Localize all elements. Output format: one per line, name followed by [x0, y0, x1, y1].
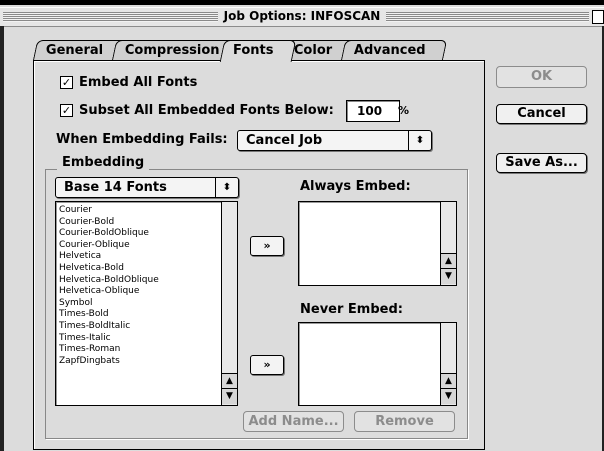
save-as-button[interactable]: Save As...	[496, 153, 587, 173]
embed-all-label: Embed All Fonts	[79, 75, 198, 90]
menu-edge	[0, 0, 604, 5]
font-list-item[interactable]: Helvetica	[59, 251, 159, 263]
dialog-window: Job Options: INFOSCAN General Compressio…	[0, 0, 604, 451]
font-list-item[interactable]: Helvetica-BoldOblique	[59, 275, 159, 287]
add-name-button[interactable]: Add Name...	[243, 411, 344, 432]
remove-button[interactable]: Remove	[354, 411, 455, 432]
never-scrollbar[interactable]: ▲ ▼	[440, 323, 456, 405]
subset-checkbox[interactable]: ✓	[60, 104, 73, 117]
embed-all-checkbox[interactable]: ✓	[60, 76, 73, 89]
font-list-item[interactable]: Courier	[59, 205, 159, 217]
embedding-group-label: Embedding	[57, 155, 150, 170]
window-title: Job Options: INFOSCAN	[0, 9, 604, 23]
font-list-item[interactable]: Courier-Bold	[59, 217, 159, 229]
font-list-item[interactable]: Symbol	[59, 298, 159, 310]
collapse-box-icon[interactable]	[592, 10, 604, 24]
font-list-item[interactable]: Courier-BoldOblique	[59, 228, 159, 240]
font-list-items: Courier Courier-Bold Courier-BoldOblique Co…	[59, 205, 159, 367]
percent-sign: %	[398, 104, 410, 117]
updown-arrows-icon: ⬍	[408, 131, 431, 150]
font-list-item[interactable]: Helvetica-Oblique	[59, 286, 159, 298]
updown-arrows-icon: ⬍	[215, 178, 238, 197]
scroll-up-icon[interactable]: ▲	[441, 373, 456, 389]
scroll-down-icon[interactable]: ▼	[441, 388, 456, 404]
cancel-button[interactable]: Cancel	[496, 104, 587, 124]
scroll-up-icon[interactable]: ▲	[441, 253, 456, 269]
subset-percent-input[interactable]: 100	[346, 100, 400, 122]
font-list-item[interactable]: Times-Roman	[59, 344, 159, 356]
always-embed-label: Always Embed:	[300, 179, 411, 194]
font-source-popup[interactable]: Base 14 Fonts ⬍	[55, 177, 239, 198]
font-list-item[interactable]: Helvetica-Bold	[59, 263, 159, 275]
never-embed-label: Never Embed:	[300, 302, 403, 317]
always-embed-list[interactable]: ▲ ▼	[298, 201, 457, 286]
font-list-scrollbar[interactable]: ▲ ▼	[221, 202, 237, 405]
scroll-down-icon[interactable]: ▼	[222, 388, 237, 404]
when-fails-popup[interactable]: Cancel Job ⬍	[237, 130, 432, 151]
never-embed-list[interactable]: ▲ ▼	[298, 322, 457, 406]
tab-compression[interactable]: Compression	[111, 40, 236, 61]
tab-fonts[interactable]: Fonts	[219, 40, 297, 62]
subset-label: Subset All Embedded Fonts Below:	[79, 103, 334, 118]
font-list-item[interactable]: ZapfDingbats	[59, 356, 159, 368]
always-scrollbar[interactable]: ▲ ▼	[440, 202, 456, 285]
add-to-always-button[interactable]: »	[250, 236, 284, 256]
font-list-item[interactable]: Times-BoldItalic	[59, 321, 159, 333]
when-fails-value: Cancel Job	[246, 133, 323, 148]
font-source-value: Base 14 Fonts	[64, 180, 167, 195]
font-list-item[interactable]: Courier-Oblique	[59, 240, 159, 252]
scroll-down-icon[interactable]: ▼	[441, 268, 456, 284]
ok-button[interactable]: OK	[496, 66, 587, 88]
font-list[interactable]: Courier Courier-Bold Courier-BoldOblique Co…	[55, 201, 238, 406]
when-fails-label: When Embedding Fails:	[56, 132, 228, 147]
font-list-item[interactable]: Times-Italic	[59, 333, 159, 345]
title-bar[interactable]: Job Options: INFOSCAN	[0, 7, 604, 27]
left-edge	[0, 26, 4, 451]
tab-advanced[interactable]: Advanced	[340, 40, 448, 61]
add-to-never-button[interactable]: »	[250, 355, 284, 375]
scroll-up-icon[interactable]: ▲	[222, 373, 237, 389]
font-list-item[interactable]: Times-Bold	[59, 309, 159, 321]
